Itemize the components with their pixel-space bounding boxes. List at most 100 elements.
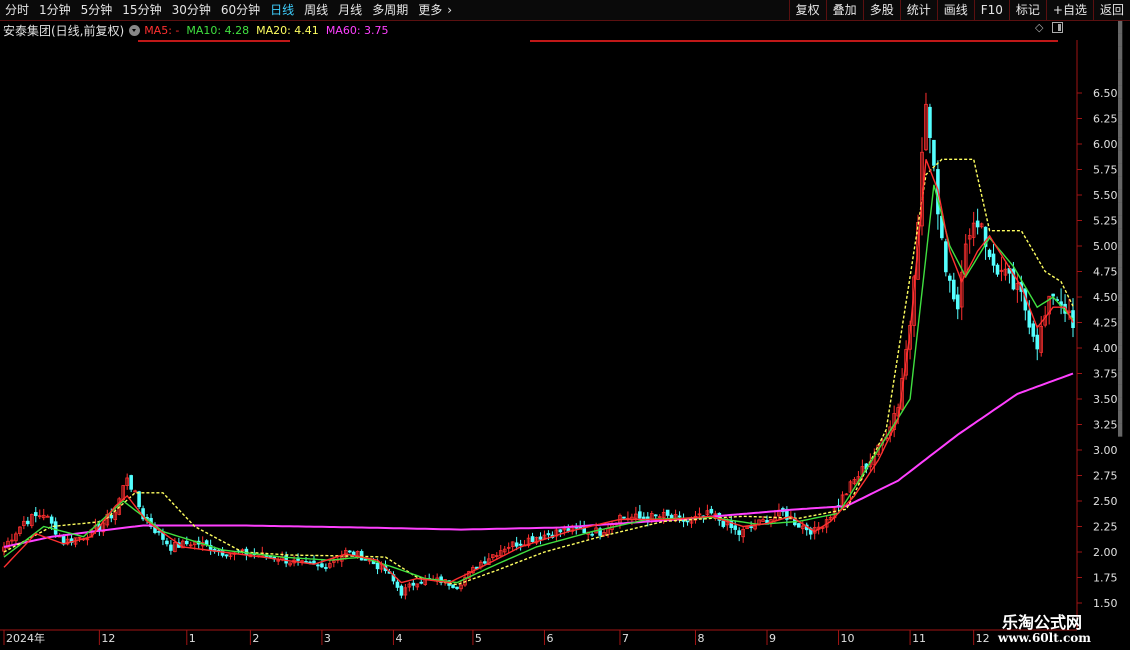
candle-body	[1035, 334, 1040, 350]
y-tick-label: 4.00	[1093, 342, 1118, 355]
site-watermark: 乐淘公式网 www.60lt.com	[990, 607, 1116, 647]
candle-body	[1027, 310, 1032, 328]
ma10-line	[3, 184, 1074, 584]
candle-body	[638, 511, 642, 519]
candle-body	[590, 533, 594, 536]
candle-body	[53, 521, 58, 535]
y-tick-label: 6.00	[1093, 138, 1118, 151]
x-tick-label: 9	[769, 632, 776, 645]
candle-body	[109, 514, 114, 519]
candle-body	[33, 512, 38, 517]
candle-body	[296, 558, 300, 561]
candle-body	[451, 584, 455, 588]
candle-body	[709, 508, 714, 514]
candle-body	[797, 523, 801, 528]
x-tick-label: 10	[841, 632, 855, 645]
y-tick-label: 3.00	[1093, 444, 1118, 457]
candle-body	[169, 544, 173, 551]
y-tick-label: 5.50	[1093, 189, 1118, 202]
candle-body	[411, 582, 416, 586]
candlestick-chart[interactable]: 1.501.752.002.252.502.753.003.253.503.75…	[0, 0, 1130, 650]
candle-body	[642, 516, 646, 520]
y-tick-label: 3.50	[1093, 393, 1118, 406]
candle-body	[995, 264, 1000, 275]
candle-body	[546, 533, 551, 536]
candle-body	[665, 509, 670, 516]
y-tick-label: 5.00	[1093, 240, 1118, 253]
y-tick-label: 5.25	[1093, 215, 1118, 228]
x-tick-label: 8	[697, 632, 704, 645]
candle-body	[185, 540, 189, 545]
watermark-title: 乐淘公式网	[1002, 613, 1083, 632]
x-tick-label: 4	[395, 632, 402, 645]
x-tick-label: 12	[976, 632, 990, 645]
y-tick-label: 4.75	[1093, 266, 1118, 279]
candle-body	[49, 516, 54, 524]
candle-body	[375, 562, 380, 570]
candle-body	[558, 529, 563, 533]
y-tick-label: 2.50	[1093, 495, 1118, 508]
candle-body	[975, 220, 980, 228]
x-tick-label: 5	[475, 632, 482, 645]
x-tick-label: 7	[622, 632, 629, 645]
x-tick-label: 1	[189, 632, 196, 645]
candle-body	[1031, 323, 1036, 337]
candle-body	[514, 542, 519, 547]
y-tick-label: 4.25	[1093, 317, 1118, 330]
candle-body	[622, 516, 626, 519]
candle-body	[26, 520, 30, 525]
candle-body	[737, 530, 741, 536]
candle-body	[677, 515, 682, 518]
candle-body	[749, 526, 753, 529]
candle-body	[419, 581, 424, 584]
candle-body	[157, 530, 161, 533]
candle-body	[363, 558, 368, 561]
candle-body	[928, 106, 932, 138]
y-tick-label: 6.50	[1093, 87, 1118, 100]
x-tick-label: 11	[912, 632, 926, 645]
x-tick-label: 2024年	[6, 631, 45, 645]
y-tick-label: 2.75	[1093, 470, 1118, 483]
candle-body	[1051, 293, 1055, 297]
candle-body	[347, 550, 352, 553]
candle-body	[721, 520, 726, 527]
candle-body	[530, 536, 535, 542]
candle-body	[518, 543, 523, 546]
x-tick-label: 6	[546, 632, 553, 645]
candle-body	[455, 586, 459, 589]
candle-body	[395, 581, 400, 588]
y-tick-label: 6.25	[1093, 113, 1118, 126]
candle-body	[224, 554, 229, 557]
candle-body	[653, 514, 658, 517]
candle-body	[165, 540, 169, 545]
candle-body	[991, 253, 996, 266]
candle-body	[137, 491, 141, 508]
y-tick-label: 2.25	[1093, 521, 1118, 534]
candle-body	[987, 249, 992, 258]
candle-body	[733, 525, 738, 530]
x-tick-label: 3	[324, 632, 331, 645]
x-tick-label: 2	[252, 632, 259, 645]
candle-body	[399, 585, 404, 596]
candle-body	[951, 279, 956, 300]
candle-body	[932, 139, 936, 166]
y-tick-label: 2.00	[1093, 546, 1118, 559]
y-tick-label: 3.25	[1093, 419, 1118, 432]
y-tick-label: 3.75	[1093, 368, 1118, 381]
y-tick-label: 5.75	[1093, 164, 1118, 177]
candle-body	[955, 294, 960, 310]
y-tick-label: 1.75	[1093, 572, 1118, 585]
candle-body	[944, 241, 948, 273]
candle-body	[538, 536, 543, 540]
candle-body	[129, 475, 133, 490]
candle-body	[324, 567, 328, 569]
ma60-line	[3, 372, 1074, 548]
watermark-url: www.60lt.com	[998, 631, 1091, 645]
x-tick-label: 12	[101, 632, 115, 645]
y-tick-label: 4.50	[1093, 291, 1118, 304]
candle-body	[316, 564, 320, 567]
candle-body	[483, 561, 487, 564]
candle-body	[320, 563, 324, 568]
candle-body	[685, 520, 690, 523]
candle-body	[948, 275, 952, 281]
